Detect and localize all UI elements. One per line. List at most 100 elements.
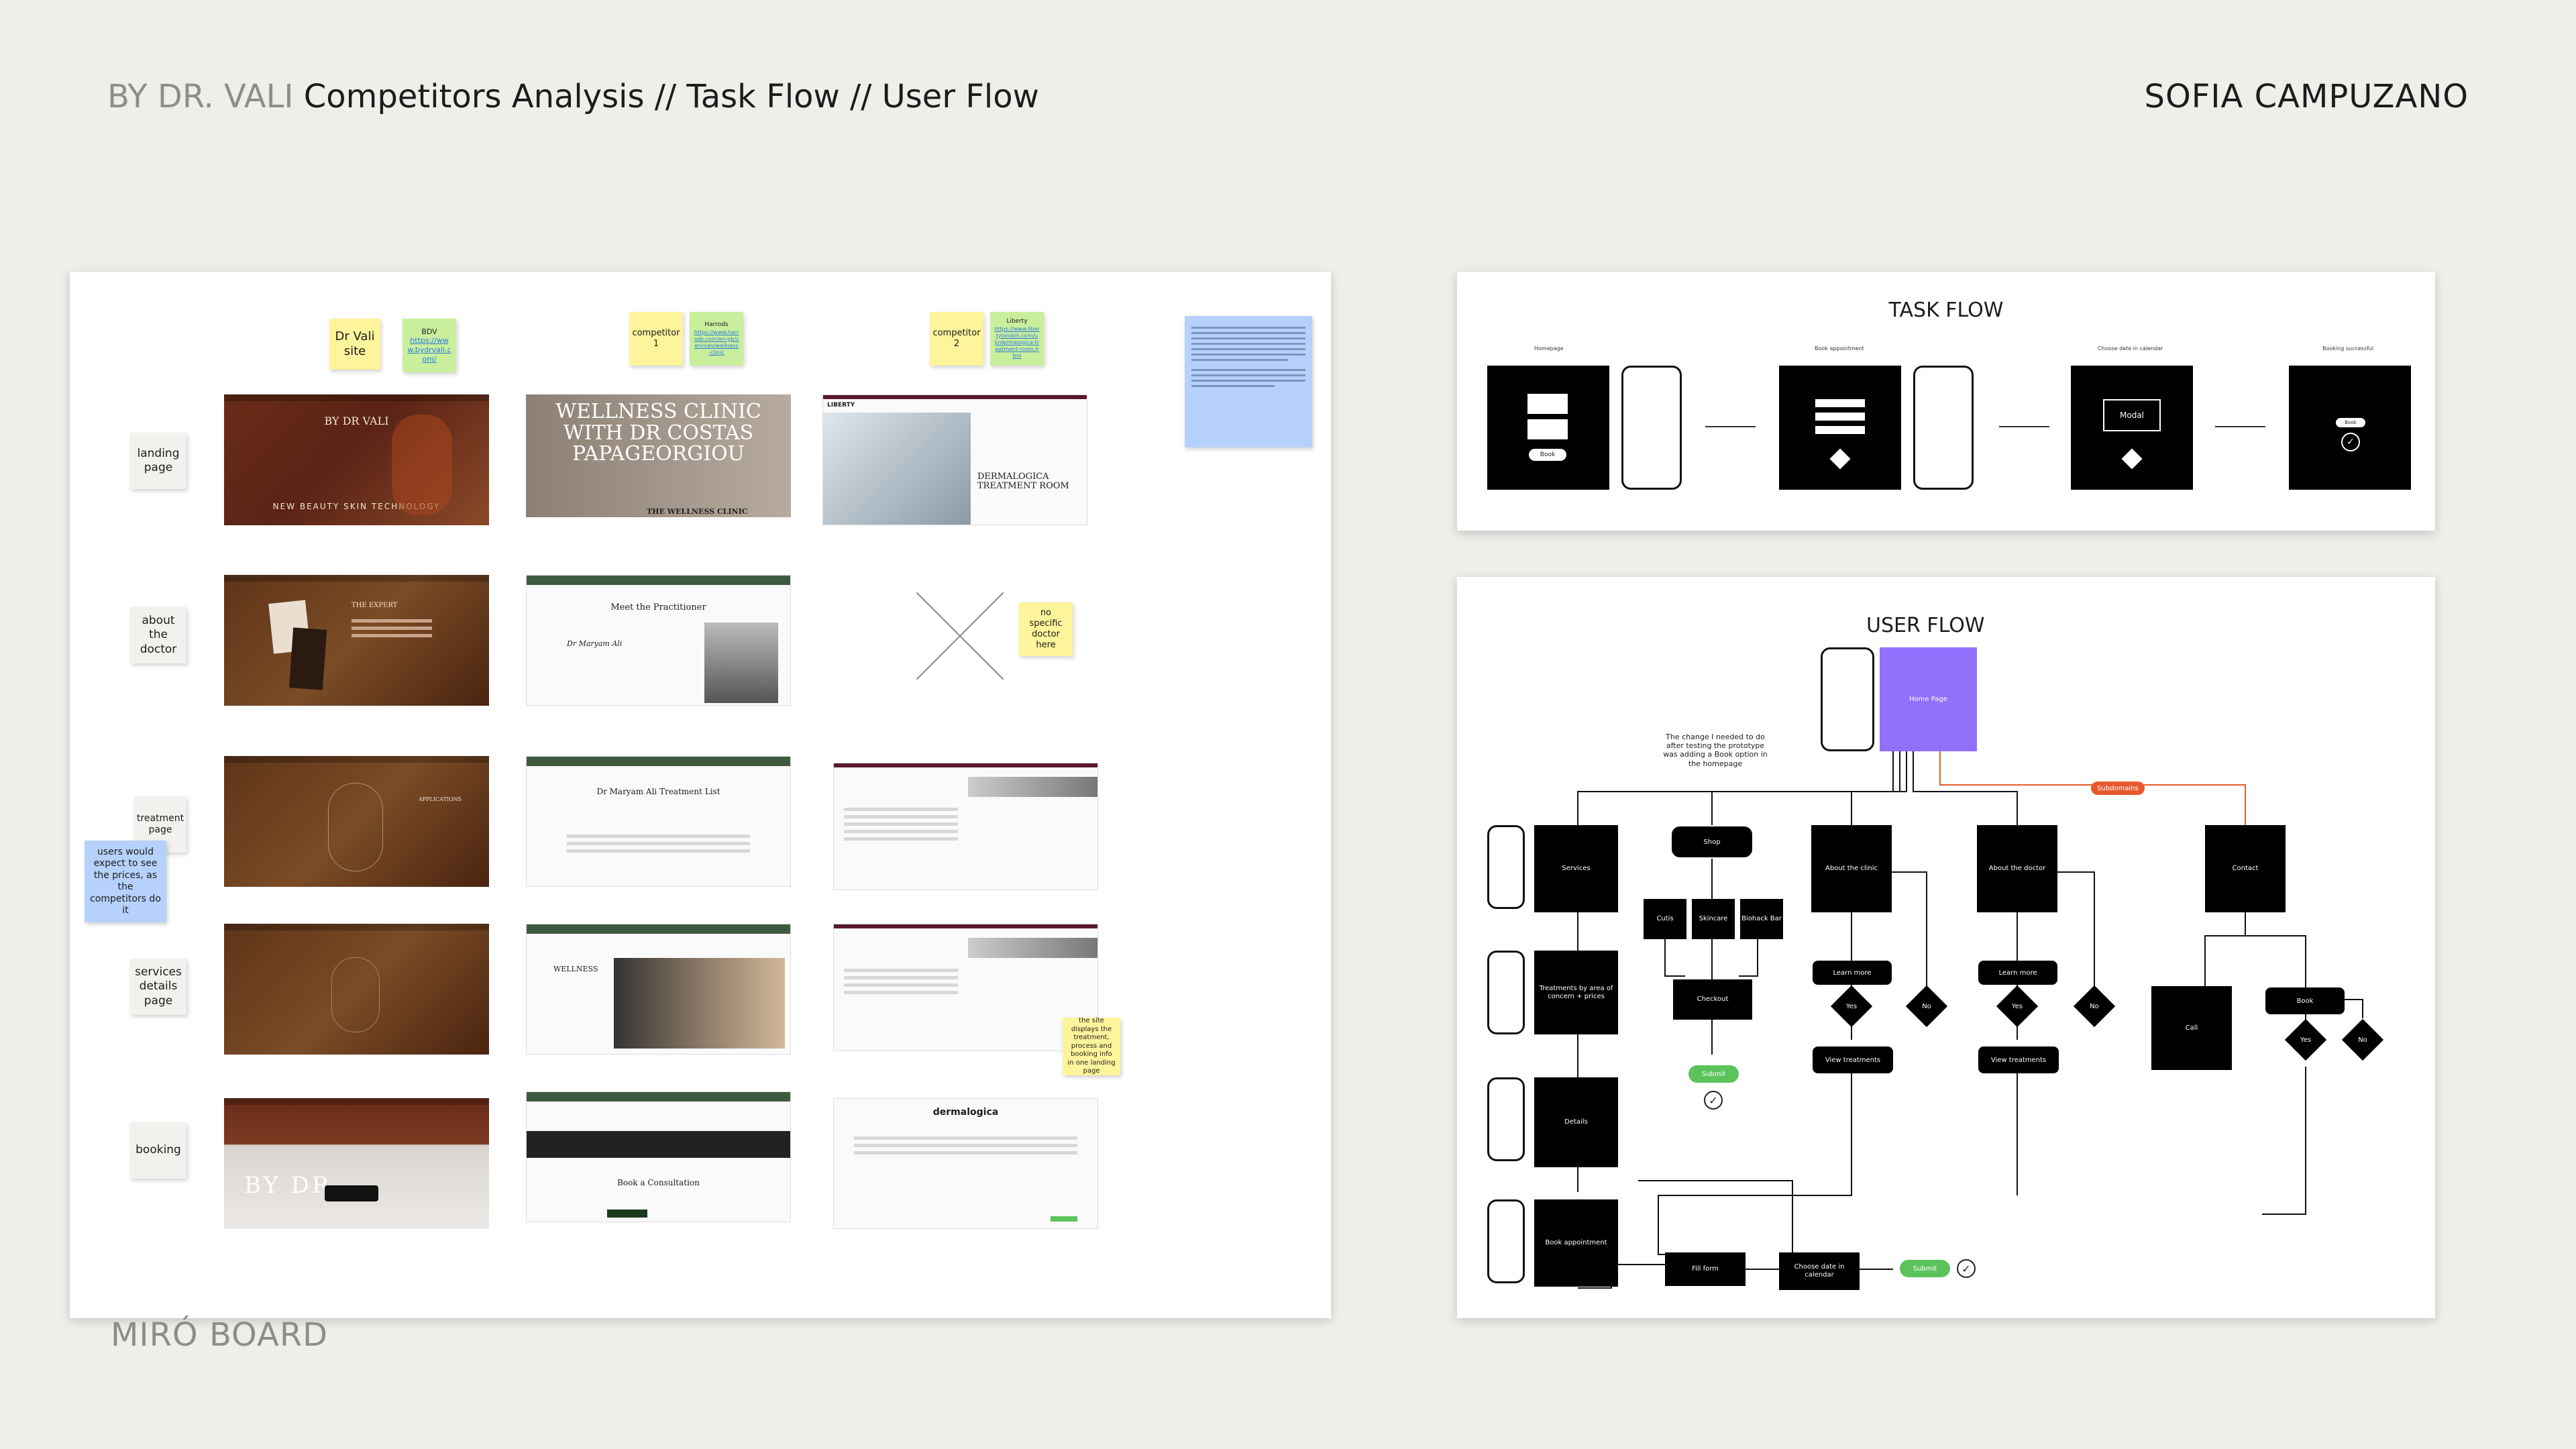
liberty-url[interactable]: https://www.libertylondon.com/uk/dermalo…	[994, 326, 1040, 360]
user-shop-cutis[interactable]: Cutis	[1644, 899, 1686, 939]
yes-label: Yes	[1845, 1002, 1858, 1010]
task-frame-calendar[interactable]: Modal	[2071, 366, 2193, 490]
sticky-competitor-1[interactable]: competitor 1	[629, 312, 683, 366]
thumb-nav	[834, 924, 1097, 928]
task-arrow	[1705, 426, 1756, 427]
user-phone-book	[1487, 1199, 1525, 1283]
wire-block	[1815, 413, 1865, 421]
sticky-harrods-link[interactable]: Harrods https://www.harrods.com/en-gb/se…	[690, 312, 743, 366]
thumb-nav	[224, 756, 489, 763]
user-book-appointment[interactable]: Book appointment	[1534, 1199, 1618, 1287]
user-shop[interactable]: Shop	[1672, 826, 1752, 857]
thumb-harrods-services-title: WELLNESS	[553, 965, 598, 973]
thumb-nav	[823, 395, 1087, 399]
row-label-services[interactable]: services details page	[130, 959, 186, 1015]
task-step-label: Homepage	[1534, 345, 1564, 352]
thumb-bdv-treatment[interactable]: APPLICATIONS	[224, 756, 489, 887]
user-contact-book[interactable]: Book	[2265, 987, 2345, 1014]
user-fill-form[interactable]: Fill form	[1665, 1252, 1746, 1286]
bdv-label: BDV	[421, 327, 437, 336]
face-outline	[331, 957, 380, 1032]
user-doctor-no[interactable]: No	[2073, 985, 2116, 1028]
thumb-harrods-about-name: Dr Maryam Ali	[567, 639, 623, 648]
row-label-booking[interactable]: booking	[130, 1122, 186, 1179]
sticky-bdv-link[interactable]: BDV https://www.bydrvali.com/	[402, 319, 456, 372]
task-step-label: Book appointment	[1815, 345, 1864, 352]
no-label: No	[2358, 1036, 2367, 1044]
sticky-users-expect-prices[interactable]: users would expect to see the prices, as…	[85, 841, 166, 922]
user-call[interactable]: Call	[2151, 986, 2232, 1070]
user-clinic-view-treatments[interactable]: View treatments	[1813, 1046, 1893, 1073]
page-title: BY DR. VALI Competitors Analysis // Task…	[107, 78, 1039, 115]
thumb-image	[968, 777, 1097, 797]
user-booking-submit[interactable]: Submit	[1900, 1260, 1950, 1277]
thumb-text-lines	[854, 1132, 1077, 1159]
thumb-nav	[224, 394, 489, 401]
thumb-harrods-booking[interactable]: Book a Consultation	[526, 1091, 791, 1222]
harrods-url[interactable]: https://www.harrods.com/en-gb/services/w…	[694, 329, 739, 356]
user-clinic-no[interactable]: No	[1905, 985, 1948, 1028]
booking-popup	[325, 1185, 378, 1201]
thumb-harrods-landing-sub: THE WELLNESS CLINIC	[647, 507, 748, 516]
thumb-liberty-booking-title: dermalogica	[932, 1107, 999, 1118]
thumb-bdv-services[interactable]	[224, 924, 489, 1055]
user-contact-yes[interactable]: Yes	[2284, 1018, 2327, 1061]
task-flow-panel: TASK FLOW Homepage Book Book appointment…	[1457, 272, 2435, 531]
sticky-research-notes[interactable]	[1185, 316, 1312, 447]
sticky-no-specific-doctor[interactable]: no specific doctor here	[1019, 602, 1073, 656]
thumb-liberty-landing[interactable]: LIBERTY DERMALOGICA TREATMENT ROOM	[822, 394, 1087, 525]
user-shop-biohack[interactable]: Biohack Bar	[1740, 899, 1783, 939]
wire-diamond	[1829, 448, 1851, 470]
no-page-cross	[916, 592, 1004, 680]
bdv-url[interactable]: https://www.bydrvali.com/	[407, 336, 452, 364]
liberty-label: Liberty	[1006, 318, 1028, 325]
user-choose-date[interactable]: Choose date in calendar	[1779, 1252, 1860, 1290]
user-services[interactable]: Services	[1534, 825, 1618, 912]
check-icon: ✓	[2341, 433, 2360, 451]
thumb-harrods-treatment[interactable]: Dr Maryam Ali Treatment List	[526, 756, 791, 887]
user-treatments[interactable]: Treatments by area of concern + prices	[1534, 951, 1618, 1034]
sticky-site-displays-all[interactable]: the site displays the treatment, process…	[1063, 1017, 1120, 1075]
thumb-liberty-treatment[interactable]	[833, 763, 1098, 890]
check-icon: ✓	[1957, 1259, 1976, 1278]
user-doctor-view-treatments[interactable]: View treatments	[1978, 1046, 2059, 1073]
user-home-page[interactable]: Home Page	[1880, 647, 1977, 751]
thumb-liberty-booking[interactable]: dermalogica	[833, 1098, 1098, 1229]
user-clinic-yes[interactable]: Yes	[1830, 985, 1873, 1028]
sticky-competitor-2[interactable]: competitor 2	[930, 312, 983, 366]
user-contact[interactable]: Contact	[2205, 825, 2286, 912]
thumb-bdv-landing[interactable]: BY DR VALI NEW BEAUTY SKIN TECHNOLOGY	[224, 394, 489, 525]
task-frame-success[interactable]: Book ✓	[2289, 366, 2411, 490]
user-doctor-learn-more[interactable]: Learn more	[1978, 961, 2057, 985]
user-details[interactable]: Details	[1534, 1077, 1618, 1167]
thumb-harrods-about[interactable]: Meet the Practitioner Dr Maryam Ali	[526, 575, 791, 706]
user-contact-no[interactable]: No	[2341, 1018, 2384, 1061]
thumb-image	[614, 958, 785, 1049]
thumb-harrods-services[interactable]: WELLNESS	[526, 924, 791, 1055]
connector-line	[1860, 1269, 1893, 1270]
task-book-button: Book	[1529, 449, 1566, 461]
thumb-nav	[224, 575, 489, 582]
thumb-bdv-about[interactable]: THE EXPERT	[224, 575, 489, 706]
user-checkout-submit[interactable]: Submit	[1688, 1065, 1739, 1083]
task-frame-homepage[interactable]: Book	[1487, 366, 1609, 490]
thumb-footer	[526, 517, 791, 525]
user-checkout[interactable]: Checkout	[1673, 979, 1752, 1020]
harrods-label: Harrods	[704, 321, 729, 329]
user-clinic-learn-more[interactable]: Learn more	[1813, 961, 1892, 985]
task-frame-book-appointment[interactable]	[1779, 366, 1901, 490]
thumb-liberty-services[interactable]	[833, 924, 1098, 1051]
thumb-harrods-landing[interactable]: WELLNESS CLINIC WITH DR COSTAS PAPAGEORG…	[526, 394, 791, 525]
thumb-image	[968, 938, 1097, 958]
user-about-doctor[interactable]: About the doctor	[1977, 825, 2057, 912]
user-about-clinic[interactable]: About the clinic	[1811, 825, 1892, 912]
thumb-bdv-booking[interactable]: BY DR	[224, 1098, 489, 1229]
user-doctor-yes[interactable]: Yes	[1996, 985, 2039, 1028]
row-label-landing[interactable]: landing page	[130, 433, 186, 489]
row-label-about[interactable]: about the doctor	[130, 607, 186, 663]
task-arrow	[2215, 426, 2265, 427]
sticky-liberty-link[interactable]: Liberty https://www.libertylondon.com/uk…	[990, 312, 1044, 366]
thumb-nav	[527, 576, 790, 585]
user-shop-skincare[interactable]: Skincare	[1692, 899, 1735, 939]
sticky-dr-vali-site[interactable]: Dr Vali site	[329, 319, 380, 370]
